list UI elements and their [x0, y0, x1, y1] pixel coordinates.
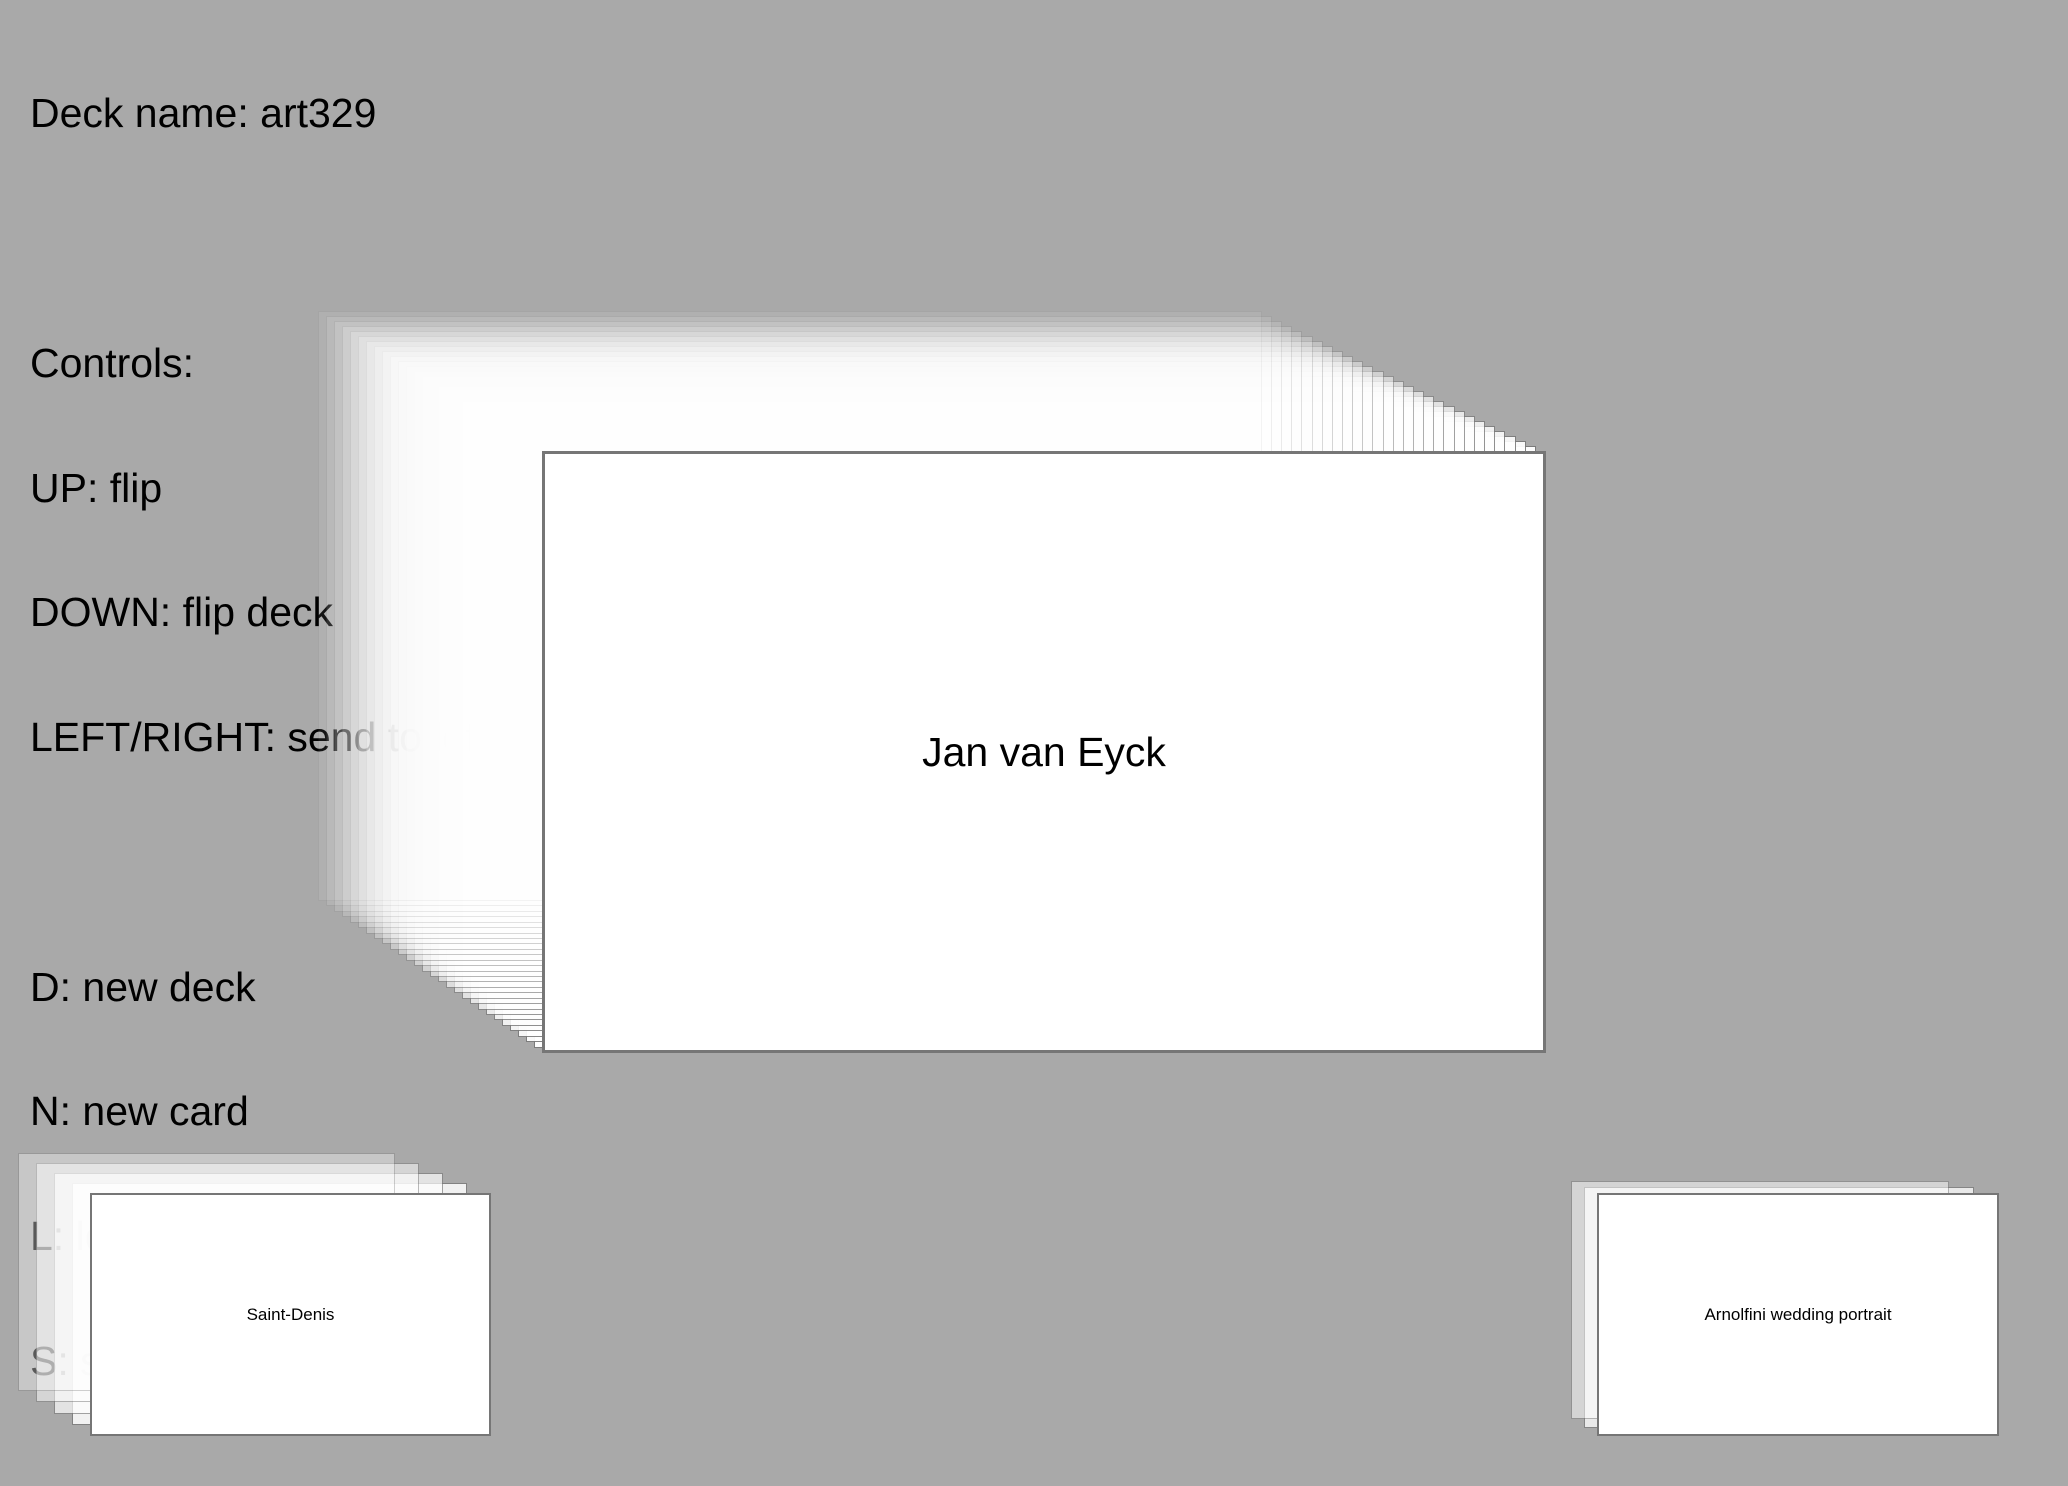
right-pile-card-text: Arnolfini wedding portrait	[1704, 1304, 1892, 1324]
card-table[interactable]: Deck name: art329 Controls: UP: flip DOW…	[0, 0, 2068, 1486]
right-pile[interactable]: Arnolfini wedding portrait	[0, 0, 2068, 1486]
right-pile-top-card[interactable]: Arnolfini wedding portrait	[1597, 1193, 1999, 1436]
